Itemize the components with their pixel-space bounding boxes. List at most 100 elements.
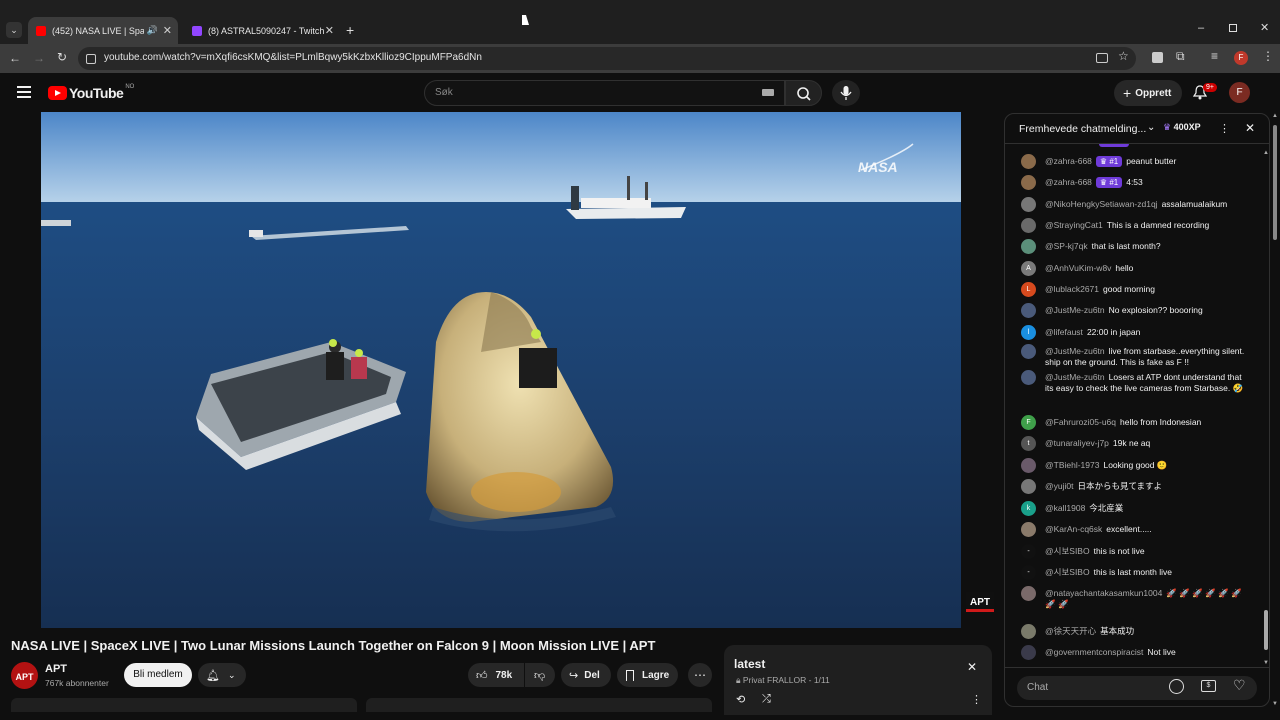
voice-search-button[interactable]	[832, 80, 860, 106]
chat-avatar	[1021, 175, 1036, 190]
more-actions-button[interactable]: ⋯	[688, 663, 712, 687]
forward-icon[interactable]: →	[33, 51, 45, 65]
back-icon[interactable]: ←	[9, 51, 21, 65]
chat-text: This is a damned recording	[1106, 220, 1210, 230]
chat-author[interactable]: @JustMe-zu6tn	[1045, 346, 1105, 356]
chat-author[interactable]: @AnhVuKim-w8v	[1045, 263, 1111, 273]
bookmark-star-icon[interactable]: ☆	[1118, 49, 1129, 63]
like-button[interactable]: 👍︎ 78k	[468, 663, 524, 687]
chat-avatar	[1021, 303, 1036, 318]
channel-name[interactable]: APT	[45, 663, 67, 675]
chat-author[interactable]: @SP-kj7qk	[1045, 241, 1088, 251]
playlist-close-icon[interactable]: ✕	[967, 660, 977, 674]
playlist-position: 1/11	[813, 675, 830, 685]
save-button[interactable]: Lagre	[617, 663, 678, 687]
mouse-cursor-icon	[522, 15, 529, 25]
user-avatar[interactable]: F	[1229, 82, 1250, 103]
xp-badge[interactable]: ♛ 400XP	[1163, 122, 1201, 133]
reload-icon[interactable]: ↻	[57, 50, 67, 64]
maximize-button[interactable]	[1229, 24, 1237, 32]
bookmark-icon	[626, 669, 634, 681]
youtube-wordmark: YouTube	[69, 85, 124, 101]
chat-author[interactable]: @lifefaust	[1045, 327, 1083, 337]
chat-author[interactable]: @yuji0t	[1045, 481, 1073, 491]
chat-author[interactable]: @徐天天开心	[1045, 626, 1096, 636]
page-scrollbar[interactable]: ▲ ▼	[1272, 113, 1278, 707]
extensions-puzzle-icon[interactable]: ⧉	[1176, 49, 1185, 64]
chat-scrollbar[interactable]: ▲ ▼	[1263, 150, 1269, 666]
chat-author[interactable]: @JustMe-zu6tn	[1045, 372, 1105, 382]
shuffle-icon[interactable]: ⤮	[762, 693, 771, 706]
youtube-favicon-icon	[36, 25, 46, 36]
chat-mode-selector[interactable]: Fremhevede chatmelding...	[1019, 123, 1146, 135]
chat-text: Looking good 🙂	[1103, 460, 1168, 470]
chevron-down-icon[interactable]: ⌄	[1147, 122, 1155, 133]
scrollbar-thumb[interactable]	[1264, 610, 1268, 650]
browser-tab-youtube[interactable]: (452) NASA LIVE | SpaceX LI 🔊 ✕	[28, 17, 178, 44]
scroll-down-arrow-icon[interactable]: ▼	[1263, 660, 1269, 666]
search-button[interactable]	[785, 80, 822, 106]
chat-input[interactable]	[1017, 676, 1257, 700]
tab-list-dropdown-icon[interactable]: ⌄	[6, 22, 22, 38]
chat-author[interactable]: @zahra-668	[1045, 177, 1092, 187]
loop-icon[interactable]: ⟲	[736, 693, 745, 706]
search-input[interactable]	[424, 80, 785, 106]
install-app-icon[interactable]	[1096, 53, 1108, 63]
heart-icon[interactable]: ♡	[1233, 677, 1246, 694]
chat-author[interactable]: @TBiehl-1973	[1045, 460, 1099, 470]
chat-author[interactable]: @StrayingCat1	[1045, 220, 1103, 230]
video-player[interactable]: NASA	[41, 112, 961, 628]
tab-title: (8) ASTRAL5090247 - Twitch	[208, 25, 325, 36]
tab-close-icon[interactable]: ✕	[325, 24, 334, 37]
chat-close-icon[interactable]: ✕	[1245, 121, 1255, 135]
media-controls-icon[interactable]: ≡	[1211, 49, 1218, 63]
minimize-button[interactable]: –	[1198, 22, 1204, 34]
chat-author[interactable]: @kall1908	[1045, 503, 1085, 513]
tab-audio-icon[interactable]: 🔊	[147, 25, 158, 36]
chat-avatar: l	[1021, 325, 1036, 340]
tab-close-icon[interactable]: ✕	[163, 24, 172, 37]
chat-author[interactable]: @Fahrurozi05-u6q	[1045, 417, 1116, 427]
chat-author[interactable]: @시보SIBO	[1045, 567, 1090, 577]
bell-icon: 🔔︎	[206, 669, 220, 682]
new-tab-button[interactable]: +	[346, 22, 354, 38]
subscribe-notification-button[interactable]: 🔔︎ ⌄	[198, 663, 246, 687]
emoji-icon[interactable]	[1169, 679, 1184, 694]
extension-icon[interactable]	[1152, 52, 1163, 63]
scroll-up-arrow-icon[interactable]: ▲	[1263, 150, 1269, 156]
keyboard-icon[interactable]	[762, 89, 774, 96]
chat-text: this is not live	[1093, 546, 1145, 556]
chat-author[interactable]: @시보SIBO	[1045, 546, 1090, 556]
chat-more-icon[interactable]: ⋮	[1219, 122, 1230, 135]
hamburger-menu-icon[interactable]	[17, 86, 31, 98]
chat-author[interactable]: @natayachantakasamkun1004	[1045, 588, 1162, 598]
description-box[interactable]	[11, 698, 357, 712]
chat-author[interactable]: @JustMe-zu6tn	[1045, 305, 1105, 315]
browser-tab-twitch[interactable]: (8) ASTRAL5090247 - Twitch ✕	[184, 17, 340, 44]
chat-avatar	[1021, 479, 1036, 494]
close-window-button[interactable]: ✕	[1260, 21, 1269, 34]
create-button[interactable]: + Opprett	[1114, 80, 1182, 106]
chat-author[interactable]: @governmentconspiracist	[1045, 647, 1143, 657]
profile-avatar[interactable]: F	[1234, 51, 1248, 65]
video-title: NASA LIVE | SpaceX LIVE | Two Lunar Miss…	[11, 638, 656, 653]
chat-author[interactable]: @lublack2671	[1045, 284, 1099, 294]
scrollbar-thumb[interactable]	[1273, 125, 1277, 240]
dislike-button[interactable]: 👎︎	[525, 663, 555, 687]
channel-avatar[interactable]: APT	[11, 662, 38, 689]
chat-text: 4:53	[1126, 177, 1143, 187]
site-info-icon[interactable]	[86, 54, 96, 64]
playlist-more-icon[interactable]: ⋮	[971, 693, 982, 706]
super-chat-icon[interactable]: $	[1201, 680, 1216, 692]
chat-author[interactable]: @NikoHengkySetiawan-zd1qj	[1045, 199, 1158, 209]
chat-author[interactable]: @zahra-668	[1045, 156, 1092, 166]
youtube-logo[interactable]: YouTube NO	[48, 84, 134, 101]
chat-author[interactable]: @KarAn-cq6sk	[1045, 524, 1102, 534]
scroll-up-arrow-icon[interactable]: ▲	[1272, 113, 1278, 119]
browser-menu-icon[interactable]: ⋮	[1262, 49, 1274, 63]
join-button[interactable]: Bli medlem	[124, 663, 192, 687]
playlist-title[interactable]: latest	[734, 657, 765, 671]
scroll-down-arrow-icon[interactable]: ▼	[1272, 701, 1278, 707]
share-button[interactable]: ↪ Del	[561, 663, 611, 687]
chat-author[interactable]: @tunaraliyev-j7p	[1045, 438, 1109, 448]
